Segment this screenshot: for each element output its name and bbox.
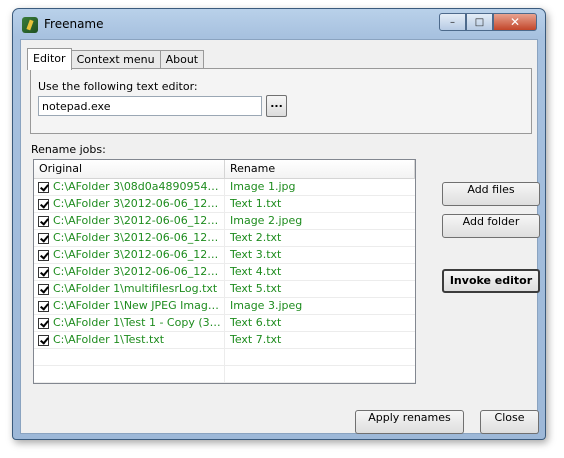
rename-cell: Text 5.txt xyxy=(230,282,282,295)
original-cell: C:\AFolder 3\2012-06-06_12231... xyxy=(34,213,225,229)
minimize-button[interactable]: – xyxy=(439,13,466,31)
rename-cell: Image 2.jpeg xyxy=(230,214,303,227)
title-bar[interactable]: Freename – □ ✕ xyxy=(13,9,545,39)
original-path: C:\AFolder 1\multifilesrLog.txt xyxy=(53,282,218,295)
rename-cell: Text 3.txt xyxy=(230,248,282,261)
editor-label: Use the following text editor: xyxy=(38,80,198,93)
close-window-button[interactable]: ✕ xyxy=(493,13,537,31)
list-item[interactable]: C:\AFolder 3\2012-06-06_12231... Image 2.… xyxy=(34,213,415,230)
job-checkbox[interactable] xyxy=(38,334,49,346)
job-checkbox[interactable] xyxy=(38,198,49,210)
rename-jobs-label: Rename jobs: xyxy=(31,143,106,156)
original-path: C:\AFolder 1\Test.txt xyxy=(53,333,165,346)
list-item[interactable]: C:\AFolder 1\Test.txt Text 7.txt xyxy=(34,332,415,349)
maximize-button[interactable]: □ xyxy=(466,13,493,31)
text-editor-field[interactable] xyxy=(38,96,262,116)
add-files-button[interactable]: Add files xyxy=(442,182,540,206)
original-cell: C:\AFolder 1\Test.txt xyxy=(34,332,225,348)
job-checkbox[interactable] xyxy=(38,266,49,278)
rename-cell: Text 7.txt xyxy=(230,333,282,346)
original-cell: C:\AFolder 3\08d0a4890954989... xyxy=(34,179,225,195)
job-checkbox[interactable] xyxy=(38,215,49,227)
list-header: Original Rename xyxy=(34,160,415,179)
original-path: C:\AFolder 1\New JPEG Image.j... xyxy=(53,299,224,312)
job-checkbox[interactable] xyxy=(38,300,49,312)
original-cell: C:\AFolder 1\New JPEG Image.j... xyxy=(34,298,225,314)
list-item[interactable]: C:\AFolder 3\2012-06-06_12231... Text 1.t… xyxy=(34,196,415,213)
original-path: C:\AFolder 3\2012-06-06_12231... xyxy=(53,214,224,227)
original-cell: C:\AFolder 3\2012-06-06_12231... xyxy=(34,247,225,263)
original-cell: C:\AFolder 3\2012-06-06_12231... xyxy=(34,196,225,212)
list-item[interactable]: C:\AFolder 3\2012-06-06_12233... Text 4.t… xyxy=(34,264,415,281)
empty-row xyxy=(34,366,415,383)
job-checkbox[interactable] xyxy=(38,232,49,244)
add-folder-button[interactable]: Add folder xyxy=(442,214,540,238)
list-item[interactable]: C:\AFolder 3\08d0a4890954989... Image 1.j… xyxy=(34,179,415,196)
rename-cell: Text 4.txt xyxy=(230,265,282,278)
list-item[interactable]: C:\AFolder 3\2012-06-06_12231... Text 2.t… xyxy=(34,230,415,247)
job-checkbox[interactable] xyxy=(38,283,49,295)
list-item[interactable]: C:\AFolder 3\2012-06-06_12231... Text 3.t… xyxy=(34,247,415,264)
list-item[interactable]: C:\AFolder 1\Test 1 - Copy (3).txt Text 6… xyxy=(34,315,415,332)
original-cell: C:\AFolder 1\multifilesrLog.txt xyxy=(34,281,225,297)
caption-buttons: – □ ✕ xyxy=(439,13,537,31)
close-button[interactable]: Close xyxy=(480,410,539,434)
rename-cell: Text 1.txt xyxy=(230,197,282,210)
tab-strip: Editor Context menu About xyxy=(27,48,205,70)
list-rows: C:\AFolder 3\08d0a4890954989... Image 1.j… xyxy=(34,179,415,383)
column-header-rename[interactable]: Rename xyxy=(225,160,415,178)
freename-app-icon[interactable] xyxy=(22,17,38,33)
empty-row xyxy=(34,349,415,366)
apply-renames-button[interactable]: Apply renames xyxy=(355,410,464,434)
list-item[interactable]: C:\AFolder 1\multifilesrLog.txt Text 5.tx… xyxy=(34,281,415,298)
original-path: C:\AFolder 3\2012-06-06_12233... xyxy=(53,265,224,278)
rename-cell: Text 6.txt xyxy=(230,316,282,329)
rename-cell: Image 3.jpeg xyxy=(230,299,303,312)
job-checkbox[interactable] xyxy=(38,249,49,261)
original-cell: C:\AFolder 1\Test 1 - Copy (3).txt xyxy=(34,315,225,331)
list-item[interactable]: C:\AFolder 1\New JPEG Image.j... Image 3.… xyxy=(34,298,415,315)
rename-cell: Image 1.jpg xyxy=(230,180,296,193)
rename-cell: Text 2.txt xyxy=(230,231,282,244)
tab-about[interactable]: About xyxy=(159,50,205,68)
rename-jobs-list[interactable]: Original Rename C:\AFolder 3\08d0a489095… xyxy=(33,159,416,384)
column-header-original[interactable]: Original xyxy=(34,160,225,178)
editor-tab-panel: Use the following text editor: ... xyxy=(30,68,532,134)
tab-context-menu[interactable]: Context menu xyxy=(70,50,161,68)
original-path: C:\AFolder 3\08d0a4890954989... xyxy=(53,180,224,193)
original-cell: C:\AFolder 3\2012-06-06_12231... xyxy=(34,230,225,246)
job-checkbox[interactable] xyxy=(38,181,49,193)
invoke-editor-button[interactable]: Invoke editor xyxy=(442,269,540,293)
original-path: C:\AFolder 3\2012-06-06_12231... xyxy=(53,231,224,244)
original-path: C:\AFolder 3\2012-06-06_12231... xyxy=(53,248,224,261)
original-cell: C:\AFolder 3\2012-06-06_12233... xyxy=(34,264,225,280)
window-title: Freename xyxy=(44,17,104,31)
client-area: Editor Context menu About Use the follow… xyxy=(20,39,540,434)
original-path: C:\AFolder 1\Test 1 - Copy (3).txt xyxy=(53,316,224,329)
browse-editor-button[interactable]: ... xyxy=(266,95,287,117)
app-window: Freename – □ ✕ Editor Context menu About… xyxy=(12,8,546,440)
job-checkbox[interactable] xyxy=(38,317,49,329)
tab-editor[interactable]: Editor xyxy=(27,48,72,70)
original-path: C:\AFolder 3\2012-06-06_12231... xyxy=(53,197,224,210)
